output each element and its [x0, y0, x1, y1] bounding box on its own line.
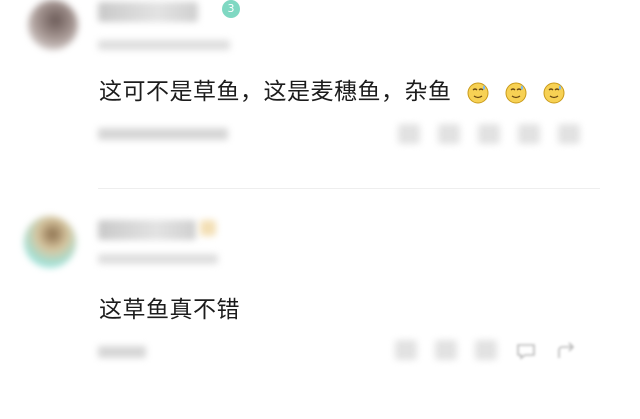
vip-badge	[200, 220, 216, 236]
avatar[interactable]	[28, 0, 78, 50]
reply-info[interactable]	[98, 342, 158, 362]
comment-actions	[398, 124, 580, 144]
comment-item: 这草鱼真不错	[0, 190, 640, 419]
comment-meta	[98, 40, 230, 50]
comment-text: 这可不是草鱼，这是麦穗鱼，杂鱼	[99, 79, 452, 105]
avatar[interactable]	[24, 216, 76, 268]
like-button[interactable]	[475, 340, 497, 360]
sweat-smile-icon	[467, 82, 489, 103]
reply-button[interactable]	[478, 124, 500, 144]
share-button[interactable]	[398, 124, 420, 144]
divider	[98, 188, 600, 189]
dislike-button[interactable]	[438, 124, 460, 144]
sweat-smile-icon	[505, 82, 527, 103]
comment-content: 这草鱼真不错	[99, 290, 240, 324]
username[interactable]	[98, 2, 198, 22]
share-icon[interactable]	[555, 340, 577, 362]
sweat-smile-icon	[543, 82, 565, 103]
comment-actions	[395, 340, 577, 362]
comment-text: 这草鱼真不错	[99, 297, 240, 323]
username[interactable]	[98, 220, 196, 240]
comment-meta	[98, 254, 218, 264]
share-button[interactable]	[395, 340, 417, 360]
comment-content: 这可不是草鱼，这是麦穗鱼，杂鱼	[99, 72, 565, 106]
like-button[interactable]	[518, 124, 540, 144]
dislike-button[interactable]	[435, 340, 457, 360]
comment-icon[interactable]	[515, 340, 537, 362]
comment-item: 3 这可不是草鱼，这是麦穗鱼，杂鱼	[0, 0, 640, 190]
more-button[interactable]	[558, 124, 580, 144]
reply-info[interactable]	[98, 124, 238, 144]
level-badge: 3	[222, 0, 240, 18]
